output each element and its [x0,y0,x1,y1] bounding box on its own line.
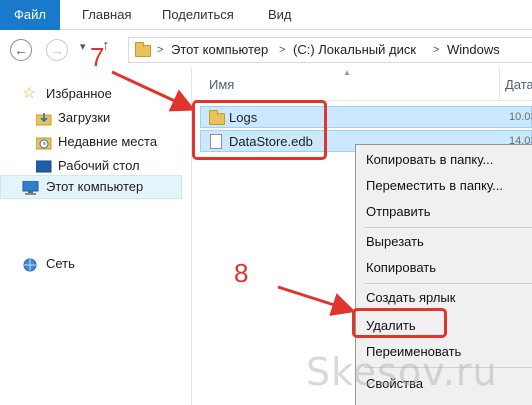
ribbon-tabs: Файл Главная Поделиться Вид [0,0,532,30]
forward-button[interactable]: → [46,39,68,61]
step-number-8: 8 [234,258,249,288]
menu-item-move-to[interactable]: Переместить в папку... [366,175,503,197]
highlight-delete [352,308,447,338]
highlight-files [192,100,327,160]
computer-icon [22,180,39,195]
nav-label: Сеть [46,256,75,271]
menu-separator [364,227,532,228]
menu-separator [364,283,532,284]
menu-item-create-shortcut[interactable]: Создать ярлык [366,287,455,309]
breadcrumb-separator: > [279,44,286,56]
watermark: Skesov.ru [306,350,498,394]
nav-label: Рабочий стол [58,158,140,173]
star-icon: ☆ [22,85,37,102]
breadcrumb-c-drive[interactable]: (C:) Локальный диск [293,38,416,62]
menu-item-send-to[interactable]: Отправить [366,201,430,223]
downloads-folder-icon [35,111,52,126]
recent-locations-chevron-icon[interactable]: ▾ [80,40,86,53]
column-header: ▲ Имя Дата [193,67,532,101]
menu-item-copy[interactable]: Копировать [366,257,436,279]
column-date[interactable]: Дата [505,77,532,92]
back-button[interactable]: ← [10,39,32,61]
breadcrumb-separator: > [157,44,164,56]
tab-file[interactable]: Файл [0,0,60,30]
breadcrumb-this-pc[interactable]: Этот компьютер [171,38,268,62]
menu-item-cut[interactable]: Вырезать [366,231,424,253]
nav-label: Этот компьютер [46,179,144,194]
tab-view[interactable]: Вид [268,0,292,30]
recent-places-icon [35,135,52,150]
nav-label: Избранное [46,86,112,101]
folder-icon [135,42,151,57]
address-bar[interactable]: > Этот компьютер > (C:) Локальный диск >… [128,37,532,63]
breadcrumb-separator: > [433,44,440,56]
tab-home[interactable]: Главная [82,0,131,30]
nav-label: Недавние места [58,134,158,149]
sort-ascending-icon: ▲ [343,68,351,77]
address-row: ← → ▾ ↑ > Этот компьютер > (C:) Локальны… [0,31,532,67]
menu-item-copy-to[interactable]: Копировать в папку... [366,149,493,171]
breadcrumb-windows[interactable]: Windows [447,38,500,62]
desktop-icon [35,159,52,173]
navigation-pane: ☆ Избранное Загрузки Недавние места Рабо… [0,67,192,405]
column-name[interactable]: Имя [209,77,234,92]
network-icon [22,257,38,272]
arrow-step8 [277,285,356,316]
step-number-7: 7 [90,42,105,72]
nav-label: Загрузки [58,110,111,125]
file-date: 10.03 [509,111,532,123]
column-divider[interactable] [499,67,500,101]
tab-share[interactable]: Поделиться [162,0,234,30]
